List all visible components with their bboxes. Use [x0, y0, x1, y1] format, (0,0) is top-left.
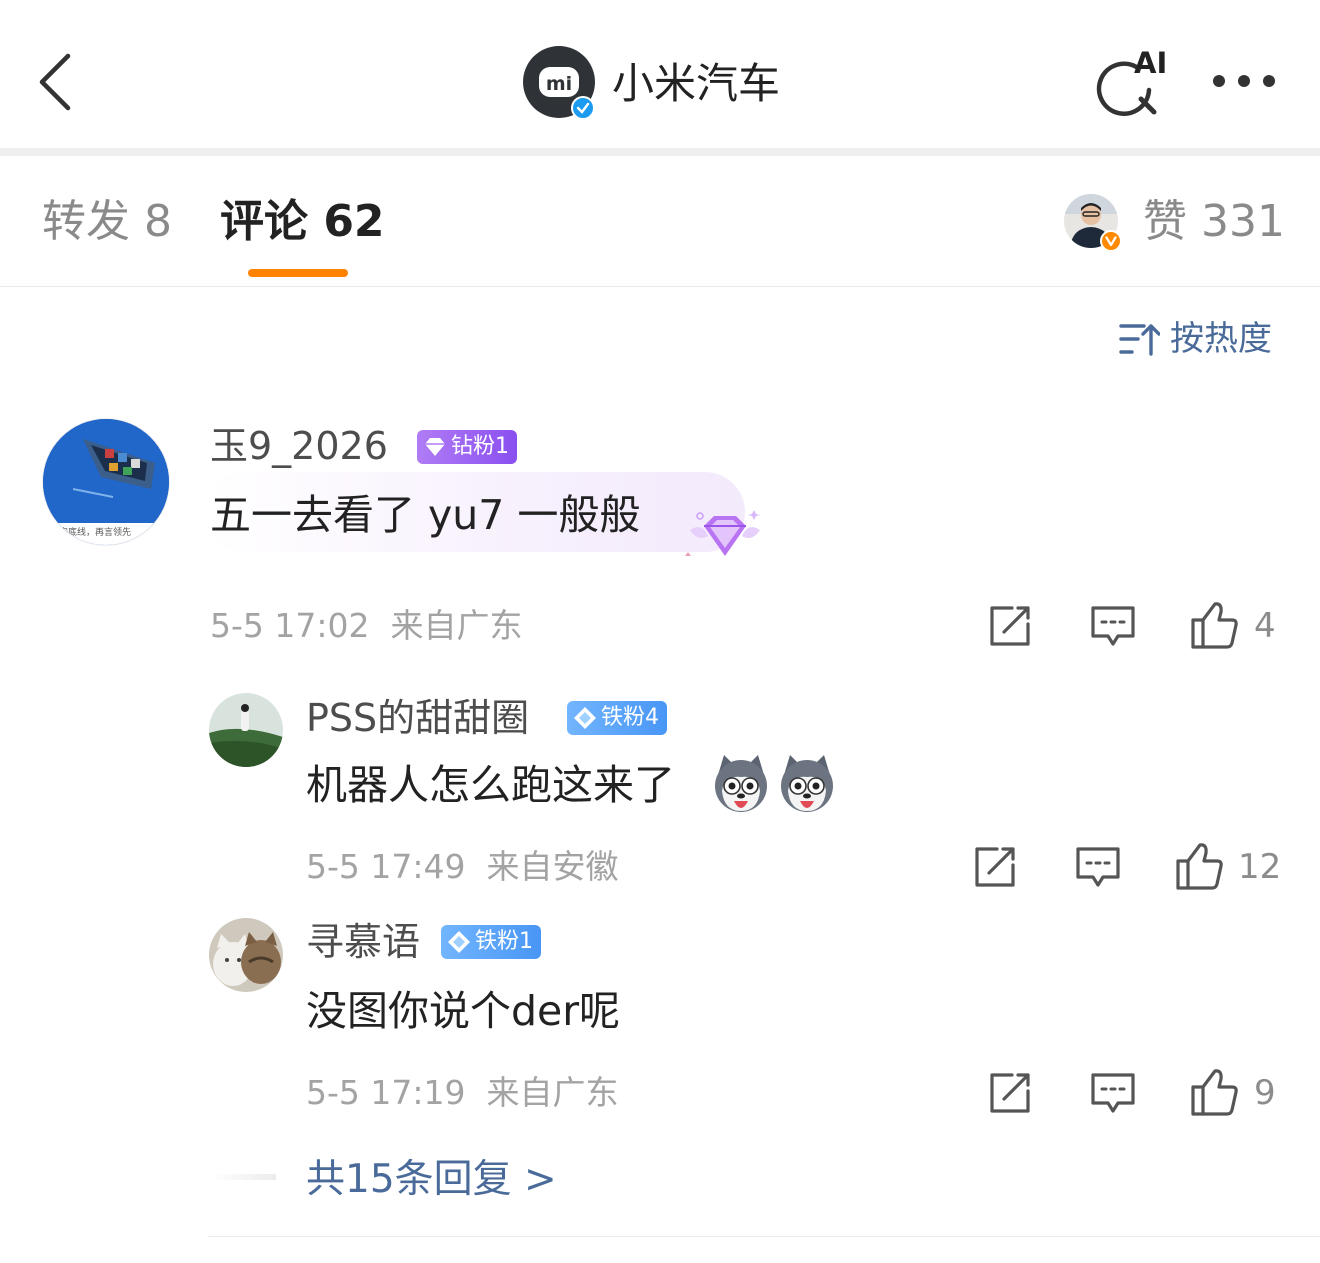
- reply-location: 来自广东: [486, 1073, 619, 1112]
- reply-text: 没图你说个der呢: [306, 987, 621, 1035]
- header-divider: [0, 148, 1320, 156]
- back-arrow-icon[interactable]: [30, 50, 80, 114]
- more-icon[interactable]: [1208, 70, 1280, 92]
- fan-badge-label: 铁粉1: [475, 929, 533, 954]
- view-more-replies-link[interactable]: 共15条回复 >: [306, 1154, 557, 1206]
- diamond-icon: [425, 438, 445, 456]
- landscape-avatar-icon: [209, 693, 283, 767]
- ai-search-icon[interactable]: AI: [1090, 46, 1170, 118]
- account-avatar[interactable]: mi: [523, 46, 597, 120]
- reply-text: 机器人怎么跑这来了: [306, 761, 675, 809]
- logo-text: mi: [546, 73, 572, 95]
- sort-icon[interactable]: [1118, 321, 1160, 357]
- diamond-fan-sticker-icon: [685, 510, 760, 556]
- page-title: 小米汽车: [612, 59, 781, 108]
- comment-username[interactable]: 玉9_2026: [210, 422, 388, 470]
- verified-badge-icon: [571, 96, 595, 120]
- reply-icon[interactable]: [1090, 604, 1136, 648]
- tab-likes[interactable]: 赞 331: [1143, 192, 1285, 252]
- diamond-icon: [448, 931, 470, 953]
- cats-avatar-icon: [209, 918, 283, 992]
- tab-comments[interactable]: 评论 62: [220, 192, 385, 252]
- husky-emoji-icon: [715, 755, 767, 812]
- reply-time: 5-5 17:49: [306, 847, 466, 886]
- like-count: 9: [1254, 1073, 1276, 1113]
- avatar[interactable]: 守底线，再言领先: [42, 418, 170, 546]
- avatar-caption: 守底线，再言领先: [59, 528, 132, 538]
- reply-meta: 5-5 17:19 来自广东: [306, 1071, 618, 1115]
- like-icon[interactable]: [1190, 1067, 1240, 1117]
- diamond-icon: [574, 707, 596, 729]
- comment-text: 五一去看了 yu7 一般般: [210, 491, 641, 539]
- fan-badge[interactable]: 铁粉4: [567, 701, 667, 735]
- ai-label: AI: [1134, 46, 1167, 80]
- like-icon[interactable]: [1175, 841, 1225, 891]
- comment-time: 5-5 17:02: [210, 606, 370, 645]
- tabs-divider: [0, 286, 1320, 287]
- more-replies-line: [210, 1174, 276, 1180]
- comment-divider: [208, 1236, 1320, 1237]
- like-count: 12: [1238, 847, 1282, 887]
- repost-icon[interactable]: [973, 845, 1019, 889]
- reply-location: 来自安徽: [486, 847, 619, 886]
- avatar[interactable]: [209, 918, 283, 992]
- sort-by-heat[interactable]: 按热度: [1170, 316, 1272, 362]
- fan-badge-label: 铁粉4: [601, 705, 659, 730]
- avatar[interactable]: [209, 693, 283, 767]
- tab-reposts[interactable]: 转发 8: [42, 192, 172, 252]
- gold-verified-badge-icon: [1100, 230, 1122, 252]
- reply-username[interactable]: 寻慕语: [306, 918, 420, 966]
- fan-badge[interactable]: 钻粉1: [417, 430, 517, 464]
- repost-icon[interactable]: [988, 1071, 1034, 1115]
- fan-badge-label: 钻粉1: [451, 434, 509, 459]
- like-count: 4: [1254, 606, 1276, 646]
- active-tab-indicator: [248, 269, 348, 277]
- like-icon[interactable]: [1190, 600, 1240, 650]
- reply-icon[interactable]: [1075, 845, 1121, 889]
- reply-meta: 5-5 17:49 来自安徽: [306, 845, 618, 889]
- comment-location: 来自广东: [390, 606, 523, 645]
- repost-icon[interactable]: [988, 604, 1034, 648]
- reply-time: 5-5 17:19: [306, 1073, 466, 1112]
- husky-emoji-icon: [781, 755, 833, 812]
- reply-username[interactable]: PSS的甜甜圈: [306, 694, 529, 742]
- comment-meta: 5-5 17:02 来自广东: [210, 604, 522, 648]
- fan-badge[interactable]: 铁粉1: [441, 925, 541, 959]
- reply-icon[interactable]: [1090, 1071, 1136, 1115]
